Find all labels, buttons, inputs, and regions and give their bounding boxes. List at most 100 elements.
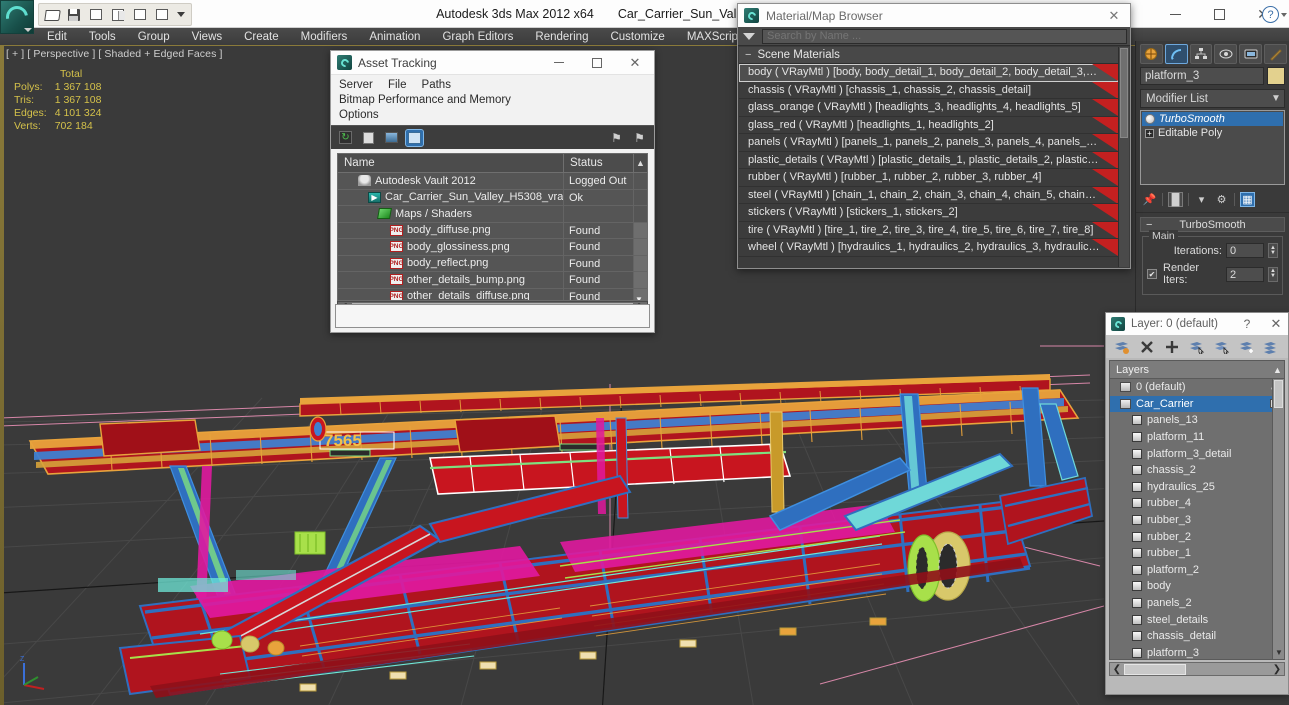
list-item[interactable]: chassis ( VRayMtl ) [chassis_1, chassis_… — [739, 81, 1118, 99]
list-item[interactable]: rubber_3 — [1110, 512, 1284, 529]
menu-tools[interactable]: Tools — [78, 28, 127, 46]
scroll-down-icon[interactable]: ▼ — [1275, 648, 1283, 657]
redo-icon[interactable] — [108, 6, 127, 24]
table-row[interactable]: PNG body_glossiness.png Found — [338, 239, 647, 256]
menu-server[interactable]: Server — [339, 79, 373, 91]
list-item[interactable]: rubber_1 — [1110, 545, 1284, 562]
object-name-row[interactable]: platform_3 — [1136, 65, 1289, 87]
help-icon[interactable]: ? — [1262, 6, 1279, 23]
object-color-swatch[interactable] — [1267, 67, 1285, 85]
save-icon[interactable] — [64, 6, 83, 24]
maximize-button[interactable] — [1197, 1, 1241, 27]
refresh-icon[interactable]: ↻ — [337, 130, 354, 146]
iterations-spinner[interactable]: ▲ ▼ — [1268, 243, 1278, 258]
collapse-icon[interactable]: − — [745, 49, 751, 61]
add-selected-icon[interactable] — [1163, 338, 1181, 355]
menu-graph-editors[interactable]: Graph Editors — [431, 28, 524, 46]
set-key-icon[interactable] — [152, 6, 171, 24]
group-header-scene-materials[interactable]: − Scene Materials — [739, 47, 1118, 64]
modifier-stack-item-editable-poly[interactable]: + Editable Poly — [1142, 126, 1283, 140]
display-tab[interactable] — [1239, 43, 1263, 64]
menu-options[interactable]: Options — [339, 108, 634, 123]
material-map-browser-window[interactable]: Material/Map Browser ✕ − Scene Materials… — [737, 3, 1131, 269]
list-item[interactable]: panels ( VRayMtl ) [panels_1, panels_2, … — [739, 134, 1118, 152]
expand-icon[interactable]: + — [1145, 128, 1154, 138]
list-item[interactable]: body ( VRayMtl ) [body, body_detail_1, b… — [739, 64, 1118, 82]
maximize-button[interactable] — [578, 51, 616, 75]
list-item[interactable]: wheel ( VRayMtl ) [hydraulics_1, hydraul… — [739, 239, 1118, 257]
object-name-input[interactable]: platform_3 — [1140, 67, 1264, 85]
menu-customize[interactable]: Customize — [599, 28, 675, 46]
help-shortcut-group[interactable]: ? — [1262, 6, 1287, 23]
modifier-stack-item-turbosmooth[interactable]: TurboSmooth — [1142, 112, 1283, 126]
list-item[interactable]: tire ( VRayMtl ) [tire_1, tire_2, tire_3… — [739, 221, 1118, 239]
list-item[interactable]: body — [1110, 578, 1284, 595]
table-row[interactable]: PNG other_details_diffuse.png Found ▼ — [338, 288, 647, 300]
layers-toolbar[interactable] — [1106, 335, 1288, 358]
chevron-down-icon[interactable] — [24, 28, 32, 32]
list-item[interactable]: platform_2 — [1110, 562, 1284, 579]
menu-views[interactable]: Views — [181, 28, 233, 46]
select-objects-in-layer-icon[interactable] — [1188, 338, 1206, 355]
minimize-button[interactable] — [540, 51, 578, 75]
table-row[interactable]: Maps / Shaders — [338, 206, 647, 223]
list-item[interactable]: rubber_2 — [1110, 528, 1284, 545]
list-item[interactable]: glass_orange ( VRayMtl ) [headlights_3, … — [739, 99, 1118, 117]
list-item[interactable]: platform_3 — [1110, 645, 1284, 660]
render-iters-spinner[interactable]: ▲ ▼ — [1268, 266, 1278, 282]
pin-stack-icon[interactable]: 📌 — [1142, 192, 1157, 207]
menu-animation[interactable]: Animation — [358, 28, 431, 46]
layers-window[interactable]: Layer: 0 (default) ? ✕ Layers ▲ 0 (defau… — [1105, 312, 1289, 695]
render-iters-checkbox[interactable]: ✔ — [1147, 269, 1157, 279]
list-item[interactable]: panels_2 — [1110, 595, 1284, 612]
create-new-layer-icon[interactable] — [1113, 338, 1131, 355]
configure-modifier-sets-icon[interactable]: ▦ — [1240, 192, 1255, 207]
list-item[interactable]: hydraulics_25 — [1110, 479, 1284, 496]
light-bulb-icon[interactable] — [1145, 114, 1155, 124]
command-panel[interactable]: platform_3 Modifier List ▼ TurboSmooth +… — [1135, 41, 1289, 318]
list-item[interactable]: Car_Carrier — [1110, 395, 1284, 413]
vault-help-icon[interactable]: ⚑ — [608, 130, 625, 146]
help-icon[interactable]: ? — [1236, 317, 1258, 331]
modifier-stack[interactable]: TurboSmooth + Editable Poly — [1140, 110, 1285, 185]
highlight-selected-objects-icon[interactable] — [1238, 338, 1256, 355]
table-row[interactable]: PNG body_reflect.png Found — [338, 255, 647, 272]
application-menu-button[interactable] — [0, 0, 34, 34]
collapse-icon[interactable]: − — [1146, 219, 1152, 231]
asset-tracking-toolbar[interactable]: ↻ ⚑ ⚑ — [331, 125, 654, 149]
list-item[interactable]: 0 (default) ✓ — [1110, 379, 1284, 396]
material-search-bar[interactable] — [738, 27, 1130, 46]
table-row[interactable]: PNG body_diffuse.png Found — [338, 222, 647, 239]
iterations-row[interactable]: Iterations: 0 ▲ ▼ — [1147, 243, 1278, 258]
menu-group[interactable]: Group — [127, 28, 181, 46]
select-highlighted-layer-icon[interactable] — [1213, 338, 1231, 355]
motion-tab[interactable] — [1214, 43, 1238, 64]
chevron-down-icon[interactable]: ▼ — [1268, 93, 1284, 104]
menu-edit[interactable]: Edit — [36, 28, 78, 46]
menu-modifiers[interactable]: Modifiers — [290, 28, 359, 46]
hierarchy-tab[interactable] — [1189, 43, 1213, 64]
list-item[interactable]: platform_3_detail — [1110, 445, 1284, 462]
layers-horizontal-scrollbar[interactable]: ❮ ❯ — [1109, 662, 1285, 676]
quick-access-toolbar[interactable] — [38, 3, 192, 26]
list-item[interactable]: chassis_detail — [1110, 628, 1284, 645]
scrollbar-thumb[interactable] — [1120, 48, 1128, 138]
list-item[interactable]: chassis_2 — [1110, 462, 1284, 479]
modifier-stack-buttons[interactable]: 📌 █ ▾ ⚙ ▦ — [1136, 187, 1289, 213]
make-unique-icon[interactable]: ▾ — [1194, 192, 1209, 207]
material-browser-body[interactable]: − Scene Materials body ( VRayMtl ) [body… — [738, 46, 1130, 268]
viewport-label[interactable]: [ + ] [ Perspective ] [ Shaded + Edged F… — [6, 48, 222, 60]
list-item[interactable]: steel_details — [1110, 611, 1284, 628]
scroll-left-icon[interactable]: ❮ — [1110, 664, 1124, 675]
menu-create[interactable]: Create — [233, 28, 290, 46]
remove-modifier-icon[interactable]: ⚙ — [1214, 192, 1229, 207]
close-button[interactable]: ✕ — [1264, 316, 1288, 332]
render-iters-row[interactable]: ✔ Render Iters: 2 ▲ ▼ — [1147, 262, 1278, 286]
render-iters-input[interactable]: 2 — [1226, 266, 1264, 282]
material-list-scrollbar[interactable] — [1118, 47, 1129, 267]
list-item[interactable]: platform_11 — [1110, 429, 1284, 446]
scene-materials-list[interactable]: − Scene Materials body ( VRayMtl ) [body… — [739, 47, 1118, 267]
table-row[interactable]: Autodesk Vault 2012 Logged Out — [338, 173, 647, 190]
chevron-down-icon[interactable] — [743, 32, 755, 40]
scroll-up-icon[interactable]: ▲ — [633, 154, 647, 172]
